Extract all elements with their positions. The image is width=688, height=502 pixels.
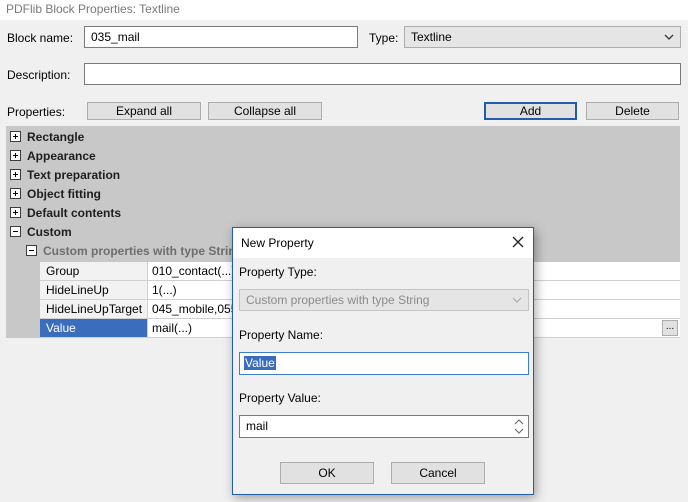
collapse-icon[interactable] xyxy=(10,226,21,237)
property-value-value: mail xyxy=(246,419,269,433)
property-name-label: Property Name: xyxy=(239,328,324,342)
property-type-value: Custom properties with type String xyxy=(246,293,430,307)
tree-group-rectangle[interactable]: Rectangle xyxy=(6,128,680,147)
expand-icon[interactable] xyxy=(10,169,21,180)
cancel-button[interactable]: Cancel xyxy=(391,462,485,484)
property-name: HideLineUpTarget xyxy=(40,300,148,319)
ok-button[interactable]: OK xyxy=(280,462,374,484)
description-input[interactable] xyxy=(84,63,681,85)
chevron-down-icon xyxy=(512,297,522,303)
close-icon[interactable] xyxy=(511,235,525,249)
ellipsis-button[interactable]: ... xyxy=(662,320,678,336)
collapse-all-button[interactable]: Collapse all xyxy=(208,102,322,120)
dialog-title: New Property xyxy=(241,236,314,250)
expand-all-button[interactable]: Expand all xyxy=(87,102,201,120)
expand-icon[interactable] xyxy=(10,150,21,161)
property-type-select: Custom properties with type String xyxy=(239,289,529,311)
tree-group-label: Appearance xyxy=(27,149,96,163)
properties-label: Properties: xyxy=(7,105,66,119)
spinner-icon[interactable] xyxy=(514,418,524,435)
type-label: Type: xyxy=(369,31,399,45)
expand-icon[interactable] xyxy=(10,131,21,142)
tree-group-appearance[interactable]: Appearance xyxy=(6,147,680,166)
window-title: PDFlib Block Properties: Textline xyxy=(6,2,180,16)
property-name: Value xyxy=(40,319,148,338)
expand-icon[interactable] xyxy=(10,207,21,218)
tree-group-text-preparation[interactable]: Text preparation xyxy=(6,166,680,185)
tree-group-label: Text preparation xyxy=(27,168,121,182)
dialog-titlebar: New Property xyxy=(233,228,533,258)
block-name-input[interactable]: 035_mail xyxy=(84,26,358,48)
tree-group-label: Default contents xyxy=(27,206,122,220)
type-select[interactable]: Textline xyxy=(404,26,681,48)
tree-group-default-contents[interactable]: Default contents xyxy=(6,204,680,223)
property-name-input[interactable]: Value xyxy=(239,352,529,375)
expand-icon[interactable] xyxy=(10,188,21,199)
tree-group-label: Custom xyxy=(27,225,72,239)
property-value-label: Property Value: xyxy=(239,391,321,405)
window-titlebar: PDFlib Block Properties: Textline xyxy=(0,0,688,20)
delete-button[interactable]: Delete xyxy=(586,102,679,120)
property-value-text: mail(...) xyxy=(152,321,192,335)
tree-group-label: Object fitting xyxy=(27,187,101,201)
tree-subgroup-label: Custom properties with type String xyxy=(43,244,244,258)
property-type-label: Property Type: xyxy=(239,265,317,279)
property-value-input[interactable]: mail xyxy=(239,415,529,438)
type-select-value: Textline xyxy=(411,30,452,44)
add-button[interactable]: Add xyxy=(484,102,577,120)
new-property-dialog: New Property Property Type: Custom prope… xyxy=(232,227,534,495)
collapse-icon[interactable] xyxy=(26,245,37,256)
property-name-value: Value xyxy=(244,356,276,370)
property-name: Group xyxy=(40,262,148,281)
block-name-label: Block name: xyxy=(7,31,74,45)
tree-group-object-fitting[interactable]: Object fitting xyxy=(6,185,680,204)
tree-group-label: Rectangle xyxy=(27,130,85,144)
property-name: HideLineUp xyxy=(40,281,148,300)
description-label: Description: xyxy=(7,68,71,82)
chevron-down-icon xyxy=(664,34,674,40)
